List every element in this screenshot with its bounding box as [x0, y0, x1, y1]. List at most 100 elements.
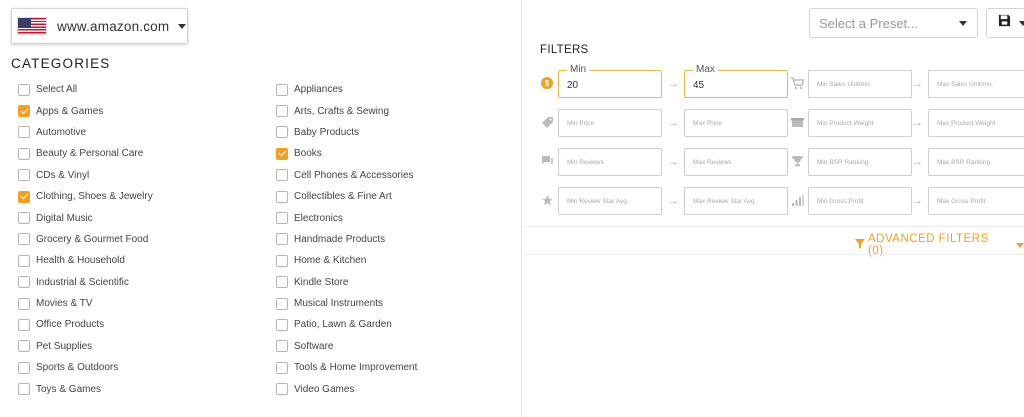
min-star-field[interactable]: [558, 187, 662, 215]
preset-dropdown[interactable]: Select a Preset...: [809, 8, 978, 38]
category-musical[interactable]: Musical Instruments: [276, 293, 417, 314]
checkbox[interactable]: [276, 190, 288, 203]
category-handmade[interactable]: Handmade Products: [276, 229, 417, 250]
checkbox[interactable]: [276, 212, 288, 225]
min-star-input[interactable]: [559, 188, 661, 214]
category-office[interactable]: Office Products: [18, 314, 153, 335]
checkbox[interactable]: [276, 254, 288, 267]
category-home-kitchen[interactable]: Home & Kitchen: [276, 250, 417, 271]
category-baby[interactable]: Baby Products: [276, 122, 417, 143]
checkbox[interactable]: [276, 361, 288, 374]
checkbox[interactable]: [18, 83, 30, 96]
checkbox[interactable]: [18, 190, 30, 203]
checkbox[interactable]: [18, 254, 30, 267]
category-arts-crafts[interactable]: Arts, Crafts & Sewing: [276, 100, 417, 121]
category-books[interactable]: Books: [276, 143, 417, 164]
category-movies-tv[interactable]: Movies & TV: [18, 293, 153, 314]
category-digital-music[interactable]: Digital Music: [18, 207, 153, 228]
checkbox[interactable]: [276, 169, 288, 182]
category-video-games[interactable]: Video Games: [276, 378, 417, 399]
save-preset-button[interactable]: [986, 8, 1024, 38]
checkbox[interactable]: [18, 340, 30, 353]
min-profit-input[interactable]: [809, 188, 911, 214]
max-reviews-input[interactable]: [685, 149, 787, 175]
category-sports[interactable]: Sports & Outdoors: [18, 357, 153, 378]
category-electronics[interactable]: Electronics: [276, 207, 417, 228]
min-reviews-field[interactable]: [558, 148, 662, 176]
checkbox[interactable]: [276, 297, 288, 310]
category-apps-games[interactable]: Apps & Games: [18, 100, 153, 121]
max-star-field[interactable]: [684, 187, 788, 215]
arrow-right-icon: →: [912, 78, 923, 90]
max-bsr-field[interactable]: [928, 148, 1024, 176]
checkbox[interactable]: [18, 147, 30, 160]
checkbox[interactable]: [276, 318, 288, 331]
category-health[interactable]: Health & Household: [18, 250, 153, 271]
max-profit-field[interactable]: [928, 187, 1024, 215]
arrow-right-icon: →: [668, 195, 679, 207]
category-toys[interactable]: Toys & Games: [18, 378, 153, 399]
max-sales-input[interactable]: [929, 71, 1024, 97]
category-beauty[interactable]: Beauty & Personal Care: [18, 143, 153, 164]
max-reviews-field[interactable]: [684, 148, 788, 176]
category-grocery[interactable]: Grocery & Gourmet Food: [18, 229, 153, 250]
category-label: Office Products: [36, 319, 105, 331]
max-sales-field[interactable]: [928, 70, 1024, 98]
min-reviews-input[interactable]: [559, 149, 661, 175]
checkbox[interactable]: [276, 340, 288, 353]
checkbox[interactable]: [276, 383, 288, 396]
max-price-input[interactable]: [685, 110, 787, 136]
min-price-range-field[interactable]: Min: [558, 64, 662, 98]
category-appliances[interactable]: Appliances: [276, 79, 417, 100]
min-weight-input[interactable]: [809, 110, 911, 136]
min-bsr-field[interactable]: [808, 148, 912, 176]
min-price-input[interactable]: [559, 110, 661, 136]
max-price-range-field[interactable]: Max: [684, 64, 788, 98]
checkbox[interactable]: [18, 361, 30, 374]
max-price-field[interactable]: [684, 109, 788, 137]
checkbox[interactable]: [18, 105, 30, 118]
category-select-all[interactable]: Select All: [18, 79, 153, 100]
category-cell-phones[interactable]: Cell Phones & Accessories: [276, 165, 417, 186]
checkbox[interactable]: [18, 297, 30, 310]
checkbox[interactable]: [276, 126, 288, 139]
checkbox[interactable]: [18, 383, 30, 396]
checkbox[interactable]: [18, 276, 30, 289]
category-clothing[interactable]: Clothing, Shoes & Jewelry: [18, 186, 153, 207]
chevron-down-icon: [178, 23, 187, 29]
min-weight-field[interactable]: [808, 109, 912, 137]
category-patio[interactable]: Patio, Lawn & Garden: [276, 314, 417, 335]
max-weight-input[interactable]: [929, 110, 1024, 136]
checkbox[interactable]: [18, 212, 30, 225]
min-profit-field[interactable]: [808, 187, 912, 215]
category-collectibles[interactable]: Collectibles & Fine Art: [276, 186, 417, 207]
checkbox[interactable]: [18, 318, 30, 331]
checkbox[interactable]: [18, 233, 30, 246]
category-tools[interactable]: Tools & Home Improvement: [276, 357, 417, 378]
category-label: Baby Products: [294, 126, 360, 138]
marketplace-dropdown[interactable]: www.amazon.com: [11, 8, 188, 44]
checkbox[interactable]: [276, 105, 288, 118]
max-star-input[interactable]: [685, 188, 787, 214]
category-label: Books: [294, 148, 322, 160]
checkbox[interactable]: [276, 233, 288, 246]
category-software[interactable]: Software: [276, 336, 417, 357]
min-sales-field[interactable]: [808, 70, 912, 98]
min-bsr-input[interactable]: [809, 149, 911, 175]
category-automotive[interactable]: Automotive: [18, 122, 153, 143]
checkbox[interactable]: [18, 126, 30, 139]
category-cds-vinyl[interactable]: CDs & Vinyl: [18, 165, 153, 186]
category-industrial[interactable]: Industrial & Scientific: [18, 272, 153, 293]
min-sales-input[interactable]: [809, 71, 911, 97]
checkbox[interactable]: [276, 83, 288, 96]
max-weight-field[interactable]: [928, 109, 1024, 137]
category-label: Apps & Games: [36, 105, 104, 117]
category-kindle[interactable]: Kindle Store: [276, 272, 417, 293]
category-pet-supplies[interactable]: Pet Supplies: [18, 336, 153, 357]
checkbox[interactable]: [276, 147, 288, 160]
max-profit-input[interactable]: [929, 188, 1024, 214]
max-bsr-input[interactable]: [929, 149, 1024, 175]
min-price-field[interactable]: [558, 109, 662, 137]
checkbox[interactable]: [276, 276, 288, 289]
checkbox[interactable]: [18, 169, 30, 182]
